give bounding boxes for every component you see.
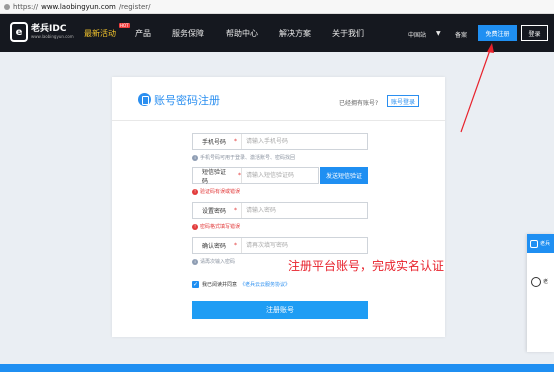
confirm-password-label: 确认密码 [202,243,227,250]
phone-label: 手机号码 [202,139,227,146]
sms-code-label: 短信验证码 [202,168,227,185]
nav-item-service-guarantee[interactable]: 服务保障 [172,28,204,39]
lock-icon [4,3,10,10]
footer-bar [0,364,554,372]
side-widget-header: 老兵 [527,234,554,253]
account-login-button[interactable]: 账号登录 [387,95,419,107]
info-icon: i [192,154,198,161]
beian-link[interactable]: 备案 [455,30,467,39]
register-submit-button[interactable]: 注册账号 [192,301,368,319]
logo-mark-icon: e [10,22,28,42]
agree-text: 我已阅读并同意 [202,282,238,288]
password-field: 设置密码 * [192,202,368,219]
nav-item-latest-activity[interactable]: 最新活动 HOT [84,23,130,39]
url-host: www.laobingyun.com [41,2,116,11]
url-scheme: https:// [13,2,39,11]
browser-url-bar[interactable]: https://www.laobingyun.com/register/ [0,0,554,14]
url-path: /register/ [118,2,151,11]
confirm-hint: i 请再次输入密码 [192,258,235,265]
required-mark: * [234,138,238,145]
sms-code-field: 短信验证码 * [192,167,319,185]
card-header: 账号密码注册 已经拥有账号? 账号登录 [112,77,445,121]
logo-icon [530,239,538,248]
logo-icon [531,277,541,287]
required-mark: * [234,207,238,214]
nav-item-products[interactable]: 产品 [135,28,151,39]
logo-name: 老兵IDC [31,24,67,34]
required-mark: * [238,172,241,179]
confirm-password-field: 确认密码 * [192,237,368,254]
agree-checkbox[interactable]: ✓ [192,281,199,288]
hot-badge: HOT [119,23,130,28]
error-icon: ! [192,188,198,195]
sms-code-input[interactable] [246,168,316,183]
side-widget-text: 老 [543,279,549,285]
agreement-row: ✓ 我已阅读并同意 《老兵云云服务协议》 [192,281,290,288]
service-agreement-link[interactable]: 《老兵云云服务协议》 [240,281,290,288]
password-error-hint: ! 密码格式填写错误 [192,223,240,230]
register-card: 账号密码注册 已经拥有账号? 账号登录 手机号码 * i 手机号码可用于登录、激活… [112,77,445,337]
sms-error-hint: ! 验证码有误或错误 [192,188,240,195]
info-icon: i [192,258,198,265]
confirm-password-input[interactable] [246,238,364,253]
required-mark: * [234,242,238,249]
side-widget-title: 老兵 [540,241,551,247]
arrow-line [460,49,491,133]
nav-item-solutions[interactable]: 解决方案 [279,28,311,39]
nav-item-about-us[interactable]: 关于我们 [332,28,364,39]
side-floating-widget[interactable]: 老兵 老 [527,234,554,352]
form-title: 账号密码注册 [154,94,220,107]
caret-down-icon[interactable]: ▼ [436,30,441,37]
has-account-text: 已经拥有账号? [339,100,379,107]
nav-item-help-center[interactable]: 帮助中心 [226,28,258,39]
phone-hint: i 手机号码可用于登录、激活账号、密码找回 [192,154,295,161]
error-icon: ! [192,223,198,230]
annotation-text: 注册平台账号，完成实名认证 [288,259,445,273]
region-selector[interactable]: 中国站 [408,30,426,39]
logo-subtitle: www.laobingyun.com [31,34,74,39]
phone-input[interactable] [246,134,364,149]
site-logo[interactable]: e 老兵IDC www.laobingyun.com [10,22,74,42]
send-sms-button[interactable]: 发送短信验证 [320,167,368,184]
password-input[interactable] [246,203,364,218]
password-label: 设置密码 [202,208,227,215]
login-button[interactable]: 登录 [521,25,548,41]
top-navigation: e 老兵IDC www.laobingyun.com 最新活动 HOT 产品 服… [0,14,554,52]
free-register-button[interactable]: 免费注册 [478,25,517,41]
phone-icon [138,93,151,106]
phone-field: 手机号码 * [192,133,368,150]
